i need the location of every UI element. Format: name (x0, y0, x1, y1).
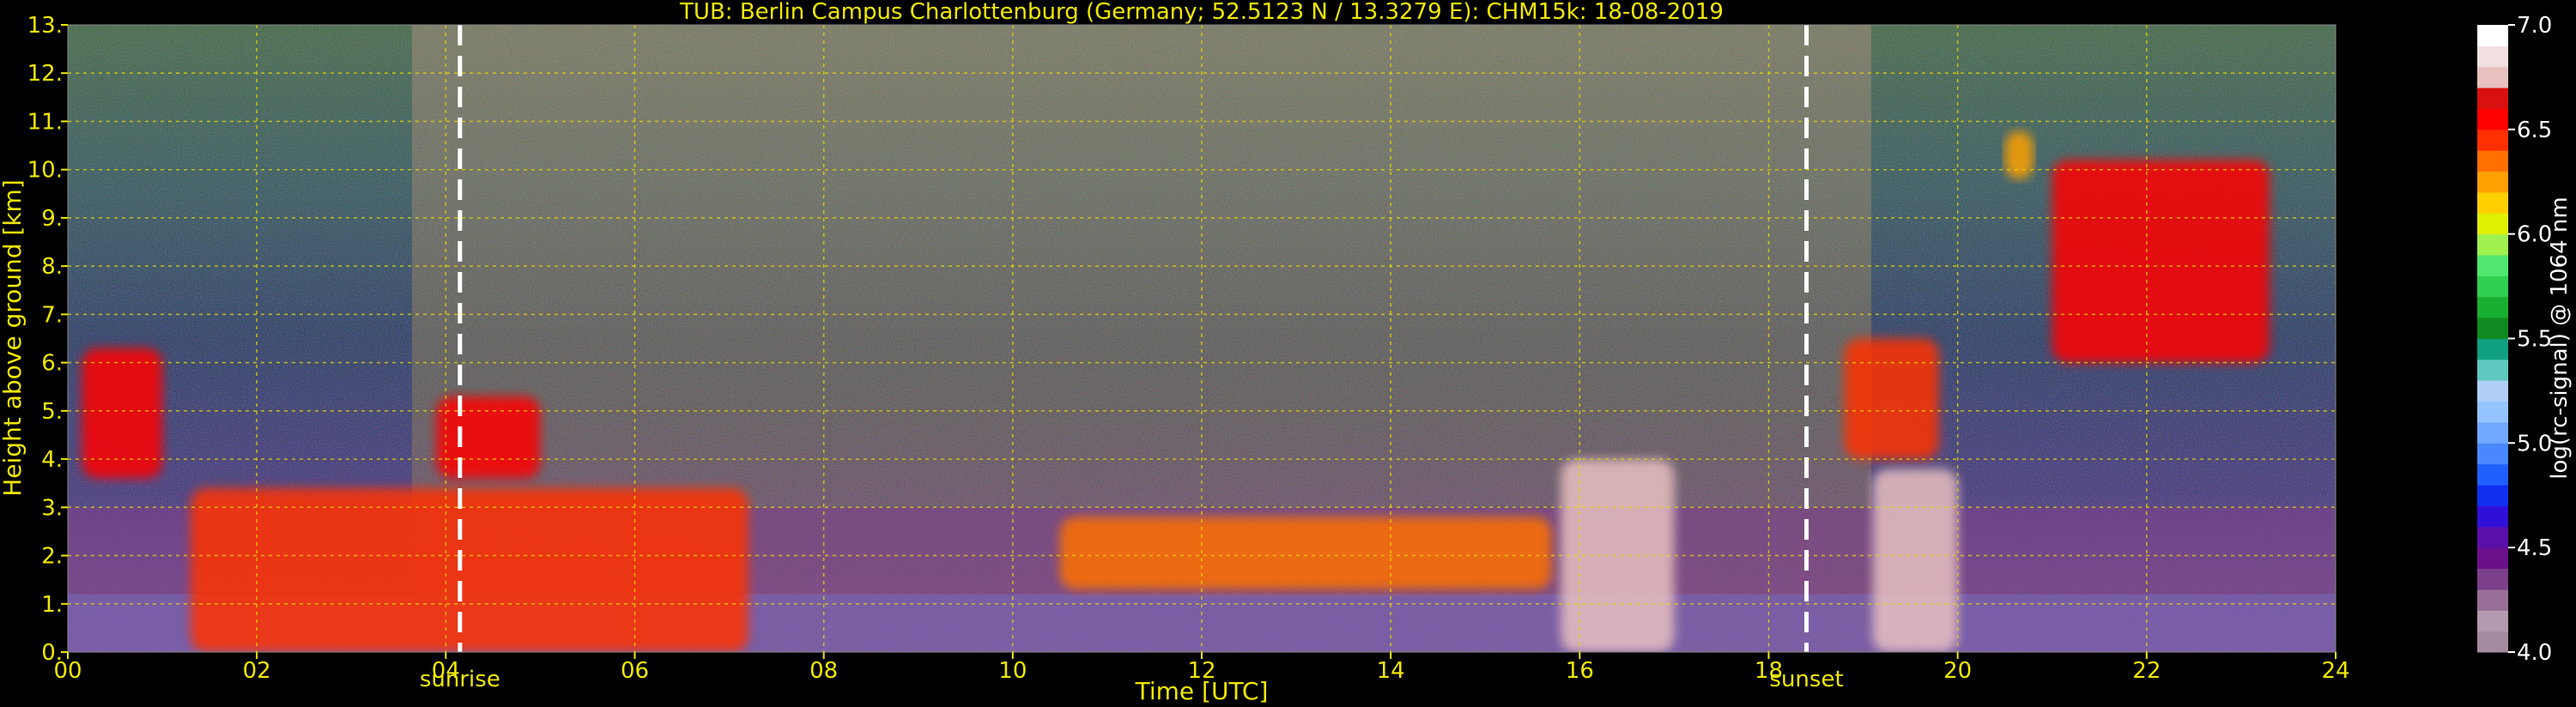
colorbar-bin-11 (2477, 401, 2508, 423)
colorbar-tick-label-0: 4.0 (2517, 640, 2552, 666)
colorbar-bin-12 (2477, 380, 2508, 402)
x-tick-label-9: 18 (1755, 658, 1783, 684)
colorbar-bin-13 (2477, 359, 2508, 381)
colorbar-bin-0 (2477, 631, 2508, 653)
colorbar-bin-19 (2477, 233, 2508, 256)
colorbar-bin-16 (2477, 296, 2508, 318)
y-axis-label: Height above ground [km] (0, 179, 27, 497)
colorbar: 4.04.55.05.56.06.57.0 (2477, 13, 2552, 666)
colorbar-bin-21 (2477, 191, 2508, 214)
colorbar-bin-25 (2477, 108, 2508, 130)
feature-cloud-10 (1059, 517, 1552, 589)
x-tick-label-8: 16 (1566, 658, 1594, 684)
feature-cloud-8 (2052, 160, 2270, 363)
feature-cloud-6 (1872, 468, 1958, 652)
colorbar-tick-label-1: 4.5 (2517, 535, 2552, 561)
x-tick-label-1: 02 (243, 658, 271, 684)
colorbar-bin-2 (2477, 589, 2508, 611)
colorbar-bin-28 (2477, 45, 2508, 68)
feature-cloud-9 (2004, 130, 2034, 179)
colorbar-bin-10 (2477, 421, 2508, 444)
x-tick-label-7: 14 (1377, 658, 1405, 684)
colorbar-bin-20 (2477, 213, 2508, 235)
colorbar-bin-17 (2477, 275, 2508, 298)
feature-cloud-7 (1844, 338, 1939, 460)
colorbar-bin-18 (2477, 255, 2508, 276)
y-tick-label-11: 11. (27, 109, 63, 135)
y-axis-ticks: 0. 1. 2. 3. 4. 5. 6. 7. 8. 9. 10. 11. 12. 13. (27, 13, 68, 666)
colorbar-bin-14 (2477, 338, 2508, 360)
x-tick-label-10: 20 (1943, 658, 1972, 684)
colorbar-tick-label-6: 7.0 (2517, 13, 2552, 39)
colorbar-bin-5 (2477, 526, 2508, 548)
feature-cloud-5 (1561, 459, 1675, 652)
colorbar-bin-26 (2477, 88, 2508, 109)
y-tick-label-10: 10. (27, 158, 63, 184)
x-axis-label: Time [UTC] (1135, 677, 1269, 705)
y-tick-label-3: 3. (41, 495, 63, 521)
colorbar-label: log(rc-signal) @ 1064 nm (2547, 196, 2573, 479)
colorbar-bin-7 (2477, 485, 2508, 506)
colorbar-bin-22 (2477, 171, 2508, 193)
colorbar-bin-1 (2477, 610, 2508, 632)
y-tick-label-4: 4. (41, 447, 63, 473)
y-tick-label-12: 12. (27, 61, 63, 87)
colorbar-bin-6 (2477, 505, 2508, 528)
colorbar-bin-9 (2477, 443, 2508, 465)
y-tick-label-6: 6. (41, 351, 63, 377)
y-tick-label-8: 8. (41, 254, 63, 280)
colorbar-bin-8 (2477, 463, 2508, 486)
y-tick-label-1: 1. (41, 592, 63, 618)
feature-cloud-4 (436, 396, 541, 479)
y-tick-label-5: 5. (41, 399, 63, 425)
y-tick-label-13: 13. (27, 13, 63, 39)
x-tick-label-3: 06 (621, 658, 649, 684)
y-tick-label-9: 9. (41, 206, 63, 232)
colorbar-bin-27 (2477, 66, 2508, 88)
ceilometer-chart: sunrise sunset 00 02 04 06 08 10 12 14 16 18 20 22 24… (0, 0, 2573, 705)
colorbar-tick-label-5: 6.5 (2517, 118, 2552, 143)
colorbar-bin-23 (2477, 150, 2508, 172)
feature-cloud-2 (191, 487, 749, 652)
x-tick-label-2: 04 (432, 658, 460, 684)
colorbar-bin-4 (2477, 547, 2508, 570)
chart-title: TUB: Berlin Campus Charlottenburg (Germa… (679, 0, 1724, 25)
colorbar-bin-29 (2477, 25, 2508, 46)
y-tick-label-7: 7. (41, 302, 63, 328)
x-tick-label-11: 22 (2132, 658, 2161, 684)
y-tick-label-0: 0. (41, 640, 63, 666)
colorbar-bin-15 (2477, 317, 2508, 339)
colorbar-bin-24 (2477, 129, 2508, 151)
y-tick-label-2: 2. (41, 544, 63, 570)
x-tick-label-4: 08 (809, 658, 838, 684)
x-tick-label-5: 10 (998, 658, 1027, 684)
x-tick-label-12: 24 (2321, 658, 2349, 684)
colorbar-bin-3 (2477, 568, 2508, 590)
